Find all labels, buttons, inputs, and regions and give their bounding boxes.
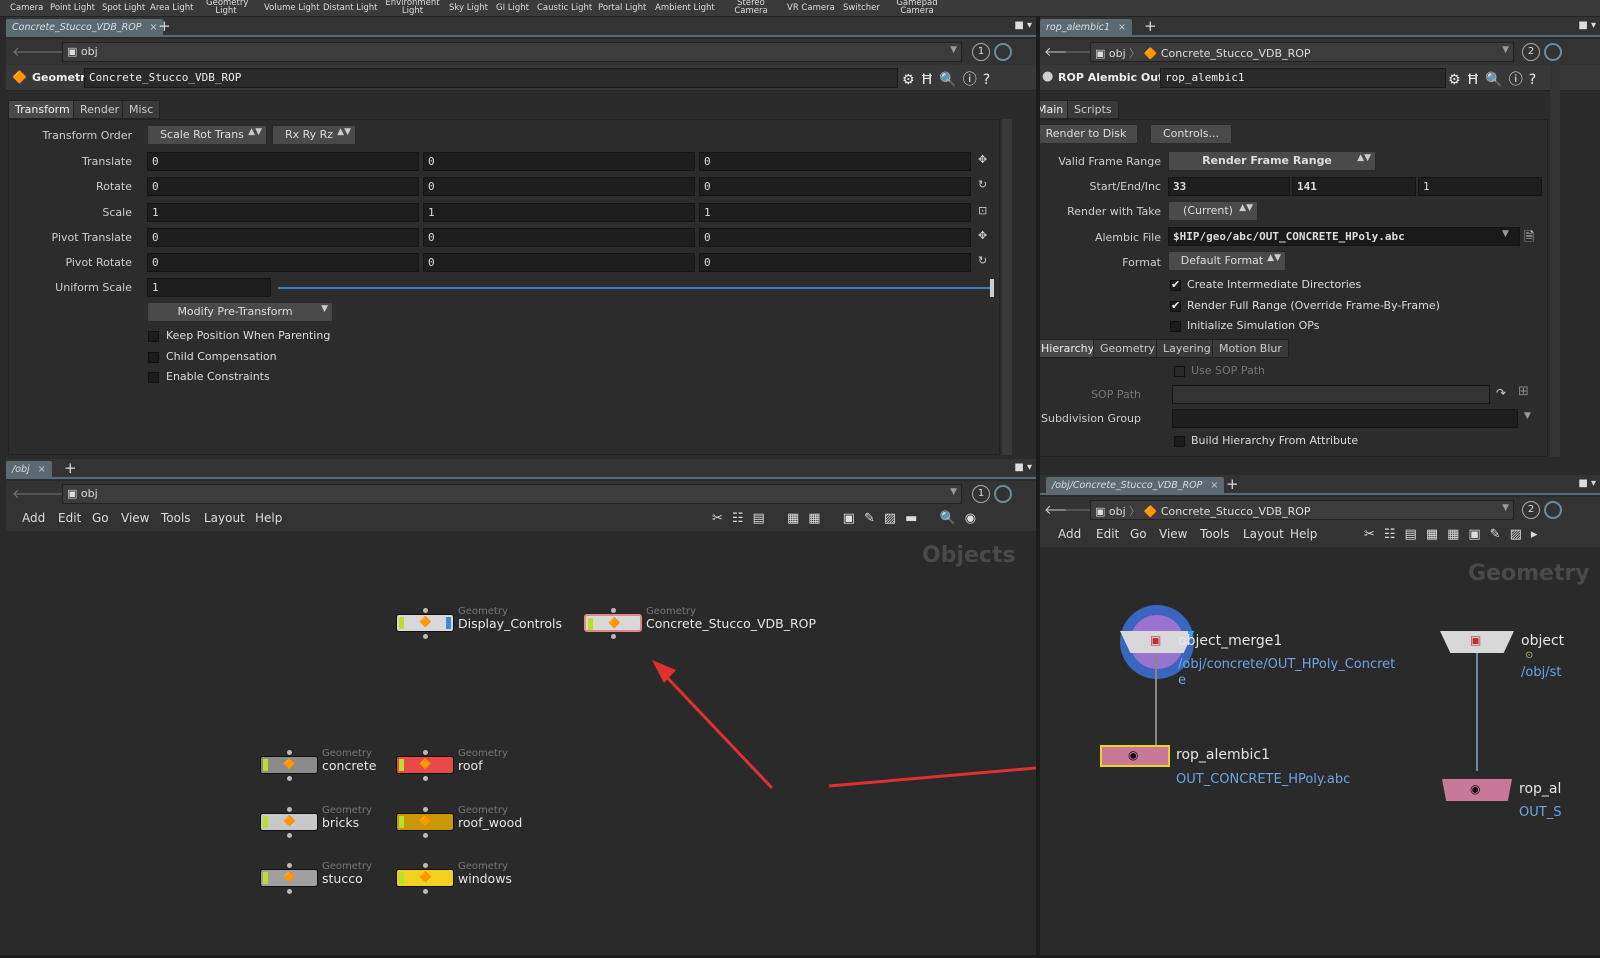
chevron-down-icon: ▼: [1502, 503, 1509, 513]
object-merge-name: object_merge1: [1178, 633, 1283, 649]
object-merge-path: /obj/concrete/OUT_HPoly_Concret: [1178, 657, 1396, 672]
object-merge-2-path: /obj/st: [1521, 665, 1562, 680]
close-icon[interactable]: ×: [1210, 480, 1218, 491]
menu-edit[interactable]: Edit: [1096, 527, 1119, 541]
path-bar: 🡐 🡒 ▣ obj 〉 🔶 Concrete_Stucco_VDB_ROP ▼ 2: [1040, 497, 1600, 523]
object-merge-path-tail: e: [1178, 673, 1186, 688]
rop-2-file: OUT_S: [1519, 805, 1562, 820]
tab-obj-concrete[interactable]: /obj/Concrete_Stucco_VDB_ROP ×: [1046, 477, 1225, 495]
folder-icon: ▣: [1095, 505, 1109, 518]
object-merge-icon: ▣: [1470, 633, 1482, 647]
status-icon: ⊙: [1525, 650, 1534, 661]
path-field[interactable]: ▣ obj 〉 🔶 Concrete_Stucco_VDB_ROP ▼: [1090, 500, 1514, 520]
rop-icon: ◉: [1470, 782, 1481, 796]
arrow-head-1: [652, 660, 676, 683]
pane-divider-vertical[interactable]: [1036, 17, 1040, 958]
rop-icon: ◉: [1128, 748, 1139, 762]
add-tab-icon[interactable]: +: [1226, 475, 1239, 493]
arrow-line-1: [658, 668, 774, 790]
menu-view[interactable]: View: [1159, 527, 1187, 541]
rop-alembic-file: OUT_CONCRETE_HPoly.abc: [1176, 772, 1351, 787]
menu-layout[interactable]: Layout: [1243, 527, 1284, 541]
rop-alembic-name: rop_alembic1: [1176, 747, 1271, 763]
path-text-2: Concrete_Stucco_VDB_ROP: [1160, 505, 1311, 518]
menu-help[interactable]: Help: [1290, 527, 1317, 541]
path-separator: 〉: [1125, 505, 1144, 518]
wire: [1155, 653, 1157, 745]
object-merge-2-name: object: [1521, 633, 1565, 649]
tab-label: /obj/Concrete_Stucco_VDB_ROP: [1052, 480, 1203, 491]
menu-tools[interactable]: Tools: [1200, 527, 1230, 541]
path-text: obj: [1108, 505, 1126, 518]
network-menu-bar: Add Edit Go View Tools Layout Help ✂☷▤▦▦…: [1040, 523, 1600, 547]
object-merge-icon: ▣: [1150, 633, 1162, 647]
geometry-icon: 🔶: [1143, 505, 1161, 518]
pane-menu-icon[interactable]: ■ ▾: [1578, 478, 1596, 489]
link-icon[interactable]: [1544, 501, 1562, 519]
wire: [1476, 653, 1478, 771]
rop-2-name: rop_al: [1519, 781, 1562, 797]
network-toolbar-icons[interactable]: ✂☷▤▦▦▣✎▨▸: [1364, 527, 1546, 542]
pin-number[interactable]: 2: [1522, 501, 1540, 519]
tab-bar: /obj/Concrete_Stucco_VDB_ROP × + ■ ▾: [1040, 475, 1600, 495]
context-label: Geometry: [1468, 561, 1590, 586]
menu-go[interactable]: Go: [1130, 527, 1147, 541]
network-pane-right: /obj/Concrete_Stucco_VDB_ROP × + ■ ▾ 🡐 🡒 …: [1040, 475, 1600, 958]
menu-add[interactable]: Add: [1058, 527, 1081, 541]
